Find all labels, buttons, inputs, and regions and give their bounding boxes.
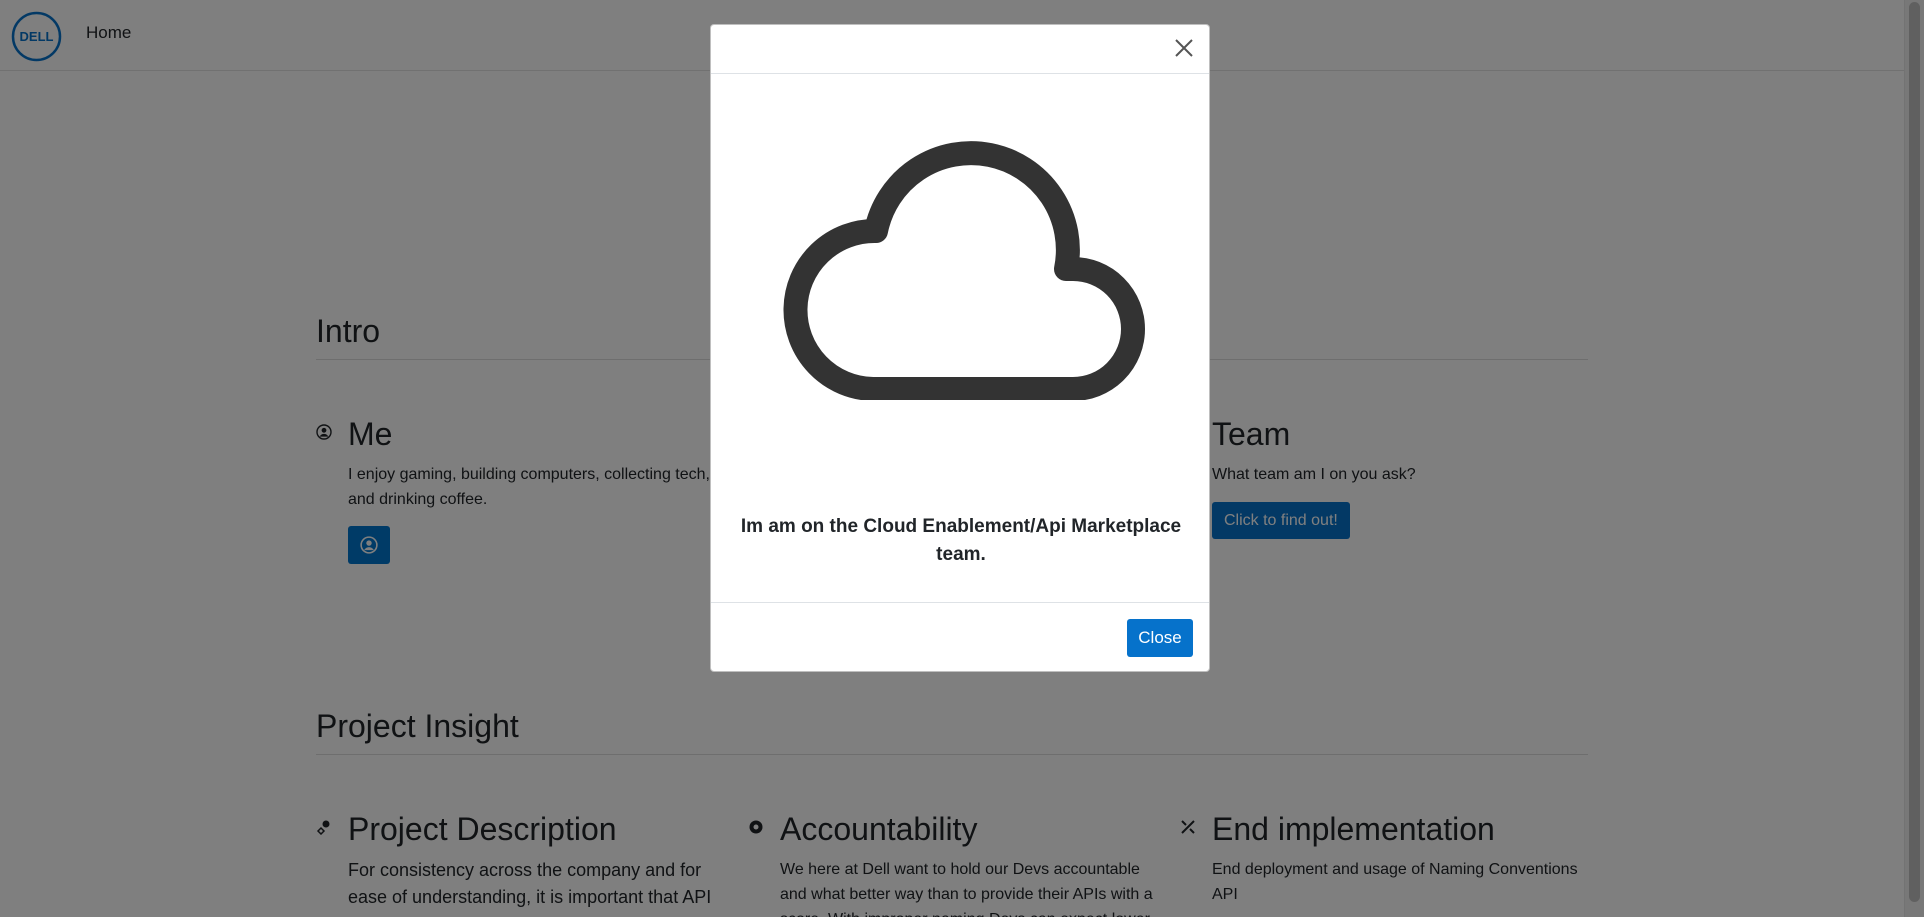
cloud-icon: [783, 141, 1145, 400]
modal-footer: Close: [711, 602, 1209, 673]
team-modal: Im am on the Cloud Enablement/Api Market…: [710, 24, 1210, 672]
modal-close-button[interactable]: Close: [1127, 619, 1193, 657]
modal-message: Im am on the Cloud Enablement/Api Market…: [740, 516, 1182, 565]
close-icon: [1175, 39, 1193, 57]
modal-header: [711, 25, 1209, 74]
modal-close-icon-button[interactable]: [1173, 37, 1195, 59]
